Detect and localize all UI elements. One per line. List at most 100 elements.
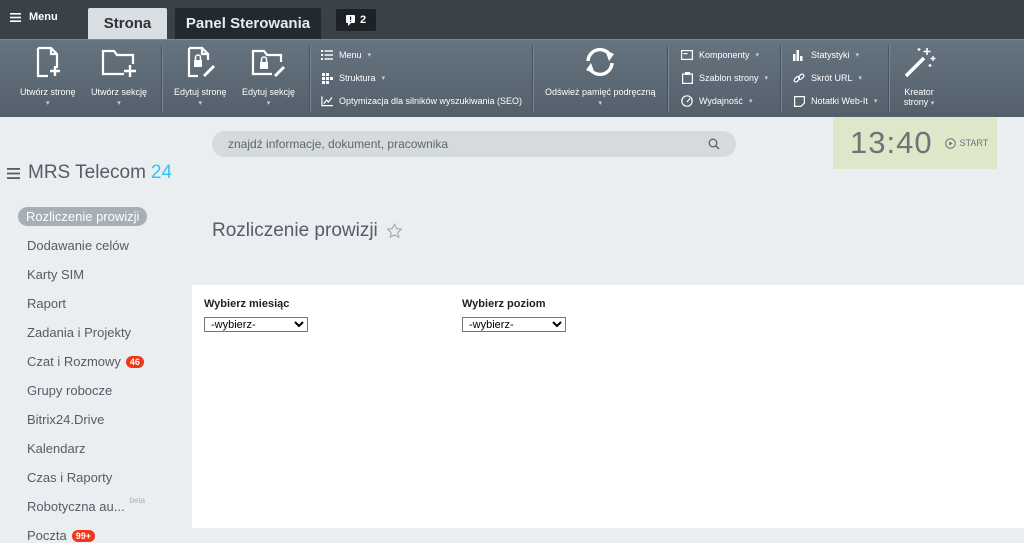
nav-item-label: Robotyczna au... <box>27 499 125 514</box>
start-label: START <box>959 138 989 148</box>
page-wizard-label-2: strony ▾ <box>903 97 935 107</box>
new-page-icon <box>36 46 60 78</box>
star-icon[interactable] <box>386 223 403 239</box>
structure-icon <box>321 72 333 84</box>
chevron-down-icon: ▾ <box>873 98 878 105</box>
toolbar-divider <box>309 46 310 112</box>
link-icon <box>793 72 805 84</box>
month-select[interactable]: -wybierz- <box>204 317 308 332</box>
menu-dropdown-button[interactable]: Menu ▾ <box>321 49 371 61</box>
refresh-cache-label: Odśwież pamięć podręczną <box>545 87 656 97</box>
nav-item-rozliczenie-prowizji[interactable]: Rozliczenie prowizji <box>18 202 188 231</box>
brand-name: MRS Telecom <box>28 162 146 183</box>
create-section-button[interactable]: Utwórz sekcję ▾ <box>91 46 147 107</box>
nav-item-label: Poczta <box>27 528 67 543</box>
statistics-button[interactable]: Statystyki ▾ <box>793 49 859 61</box>
page-wizard-label: Kreator <box>904 87 934 97</box>
counter-badge: 99+ <box>71 529 96 542</box>
level-label: Wybierz poziom <box>462 298 546 310</box>
nav-item-karty-sim[interactable]: Karty SIM <box>18 260 188 289</box>
notifications-button[interactable]: 2 <box>336 9 376 31</box>
start-workday-button[interactable]: START <box>944 137 989 149</box>
chevron-down-icon: ▾ <box>930 100 935 107</box>
edit-folder-icon <box>251 49 285 77</box>
short-url-button[interactable]: Skrót URL ▾ <box>793 72 862 84</box>
components-button[interactable]: Komponenty ▾ <box>681 49 759 61</box>
admin-toolbar: Utwórz stronę ▾ Utwórz sekcję ▾ Edytuj s… <box>0 39 1024 117</box>
edit-section-button[interactable]: Edytuj sekcję ▾ <box>242 46 295 107</box>
level-field: Wybierz poziom -wybierz- <box>462 298 566 333</box>
chevron-down-icon: ▾ <box>367 52 372 59</box>
structure-button[interactable]: Struktura ▾ <box>321 72 385 84</box>
edit-page-icon <box>188 46 216 78</box>
brand-logo[interactable]: MRS Telecom 24 <box>28 162 172 184</box>
page-header: Rozliczenie prowizji <box>212 220 403 242</box>
nav-item-label: Raport <box>27 296 67 311</box>
refresh-cache-button[interactable]: Odśwież pamięć podręczną ▾ <box>545 46 656 107</box>
create-page-label: Utwórz stronę <box>20 87 76 97</box>
content-panel: Wybierz miesiąc -wybierz- Wybierz poziom… <box>192 285 1024 528</box>
toolbar-divider <box>532 46 533 112</box>
month-field: Wybierz miesiąc -wybierz- <box>204 298 308 333</box>
nav-item-dodawanie-celow[interactable]: Dodawanie celów <box>18 231 188 260</box>
search-bar <box>212 131 736 157</box>
tab-strona[interactable]: Strona <box>88 8 167 39</box>
search-input[interactable] <box>228 137 708 151</box>
nav-item-raport[interactable]: Raport <box>18 289 188 318</box>
nav-item-label: Zadania i Projekty <box>27 325 132 340</box>
chevron-down-icon: ▾ <box>198 100 203 107</box>
toolbar-divider <box>780 46 781 112</box>
page-wizard-button[interactable]: Kreator strony ▾ <box>902 46 936 107</box>
seo-button[interactable]: Optymizacja dla silników wyszukiwania (S… <box>321 95 522 107</box>
create-section-label: Utwórz sekcję <box>91 87 148 97</box>
nav-item-label: Czas i Raporty <box>27 470 113 485</box>
chevron-down-icon: ▾ <box>855 52 860 59</box>
nav-item-label: Czat i Rozmowy <box>27 354 121 369</box>
work-day-clock: 13:40 START <box>833 117 997 169</box>
nav-item-label: Kalendarz <box>27 441 86 456</box>
template-icon <box>681 72 693 84</box>
menu-button[interactable]: Menu <box>10 11 58 23</box>
chevron-down-icon: ▾ <box>764 75 769 82</box>
play-icon <box>944 137 956 149</box>
edit-page-button[interactable]: Edytuj stronę ▾ <box>174 46 227 107</box>
nav-item-grupy-robocze[interactable]: Grupy robocze <box>18 376 188 405</box>
nav-item-label: Bitrix24.Drive <box>27 412 105 427</box>
chevron-down-icon: ▾ <box>266 100 271 107</box>
short-url-label: Skrót URL <box>811 73 853 83</box>
nav-item-robotyczna-automatyzacja[interactable]: Robotyczna au... beta <box>18 492 188 521</box>
menu-dropdown-label: Menu <box>339 50 362 60</box>
edit-page-label: Edytuj stronę <box>174 87 227 97</box>
nav-item-czat-i-rozmowy[interactable]: Czat i Rozmowy 46 <box>18 347 188 376</box>
performance-label: Wydajność <box>699 96 743 106</box>
component-icon <box>681 49 693 61</box>
menu-label: Menu <box>29 11 58 23</box>
refresh-icon <box>586 47 615 77</box>
hamburger-icon <box>10 12 21 22</box>
page-template-button[interactable]: Szablon strony ▾ <box>681 72 768 84</box>
web-it-notes-button[interactable]: Notatki Web-It ▾ <box>793 95 877 107</box>
seo-chart-icon <box>321 95 333 107</box>
chevron-down-icon: ▾ <box>755 52 760 59</box>
web-it-notes-label: Notatki Web-It <box>811 96 868 106</box>
chevron-down-icon: ▾ <box>46 100 50 107</box>
nav-item-poczta[interactable]: Poczta 99+ <box>18 521 188 543</box>
clock-time: 13:40 <box>850 125 933 160</box>
note-icon <box>793 95 805 107</box>
create-page-button[interactable]: Utwórz stronę ▾ <box>20 46 76 107</box>
nav-item-bitrix24-drive[interactable]: Bitrix24.Drive <box>18 405 188 434</box>
hamburger-icon[interactable] <box>7 167 20 179</box>
search-icon[interactable] <box>708 138 720 150</box>
level-select[interactable]: -wybierz- <box>462 317 566 332</box>
tab-panel-sterowania[interactable]: Panel Sterowania <box>175 8 321 39</box>
nav-item-czas-i-raporty[interactable]: Czas i Raporty <box>18 463 188 492</box>
nav-item-label: Karty SIM <box>27 267 85 282</box>
admin-top-bar: Menu Strona Panel Sterowania 2 <box>0 0 1024 39</box>
nav-item-kalendarz[interactable]: Kalendarz <box>18 434 188 463</box>
seo-label: Optymizacja dla silników wyszukiwania (S… <box>339 96 523 106</box>
left-menu: Rozliczenie prowizji Dodawanie celów Kar… <box>18 202 188 543</box>
nav-item-zadania-i-projekty[interactable]: Zadania i Projekty <box>18 318 188 347</box>
month-label: Wybierz miesiąc <box>204 298 290 310</box>
edit-section-label: Edytuj sekcję <box>242 87 296 97</box>
performance-button[interactable]: Wydajność ▾ <box>681 95 752 107</box>
